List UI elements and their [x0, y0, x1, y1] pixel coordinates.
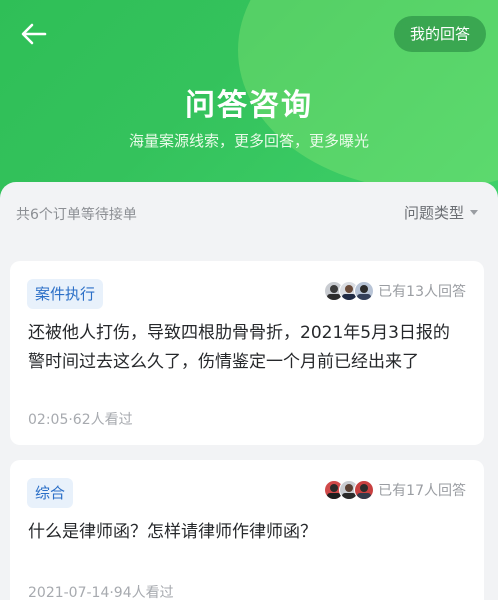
answerer-avatars	[324, 480, 375, 500]
answer-count: 已有13人回答	[324, 281, 466, 301]
page-title: 问答咨询	[185, 88, 313, 123]
question-meta: 02:05·62人看过	[28, 412, 133, 428]
answer-count-label: 已有13人回答	[378, 284, 466, 300]
my-answers-button[interactable]: 我的回答	[393, 16, 486, 52]
waiting-orders-count: 共6个订单等待接单	[16, 207, 137, 223]
question-list-panel: 共6个订单等待接单 问题类型 案件执行 已有13人回答 还被他人打伤，导致四根肋…	[0, 182, 498, 600]
arrow-left-icon	[21, 23, 47, 45]
question-type-filter[interactable]: 问题类型	[404, 202, 478, 223]
answer-count: 已有17人回答	[324, 480, 466, 500]
question-text: 什么是律师函？怎样请律师作律师函？	[28, 522, 317, 542]
page-subtitle: 海量案源线索，更多回答，更多曝光	[128, 132, 369, 150]
lawyer-avatar-icon	[354, 281, 375, 301]
category-tag: 案件执行	[27, 279, 104, 309]
question-type-filter-label: 问题类型	[403, 204, 464, 222]
caret-down-icon	[470, 210, 478, 215]
question-card[interactable]: 案件执行 已有13人回答 还被他人打伤，导致四根肋骨骨折，2021年5月3日报的…	[10, 261, 484, 445]
answer-count-label: 已有17人回答	[378, 483, 466, 499]
question-text: 还被他人打伤，导致四根肋骨骨折，2021年5月3日报的警时间过去这么久了，伤情鉴…	[28, 323, 450, 372]
lawyer-avatar-icon	[354, 480, 375, 500]
question-card[interactable]: 综合 已有17人回答 什么是律师函？怎样请律师作律师函？ 2021-07-14·…	[10, 460, 484, 600]
qa-consult-page: 我的回答 问答咨询 海量案源线索，更多回答，更多曝光 共6个订单等待接单 问题类…	[0, 0, 498, 600]
back-button[interactable]	[20, 20, 48, 48]
question-meta: 2021-07-14·94人看过	[28, 585, 174, 600]
list-header: 共6个订单等待接单 问题类型	[0, 182, 498, 246]
category-tag: 综合	[27, 478, 74, 508]
answerer-avatars	[324, 281, 375, 301]
